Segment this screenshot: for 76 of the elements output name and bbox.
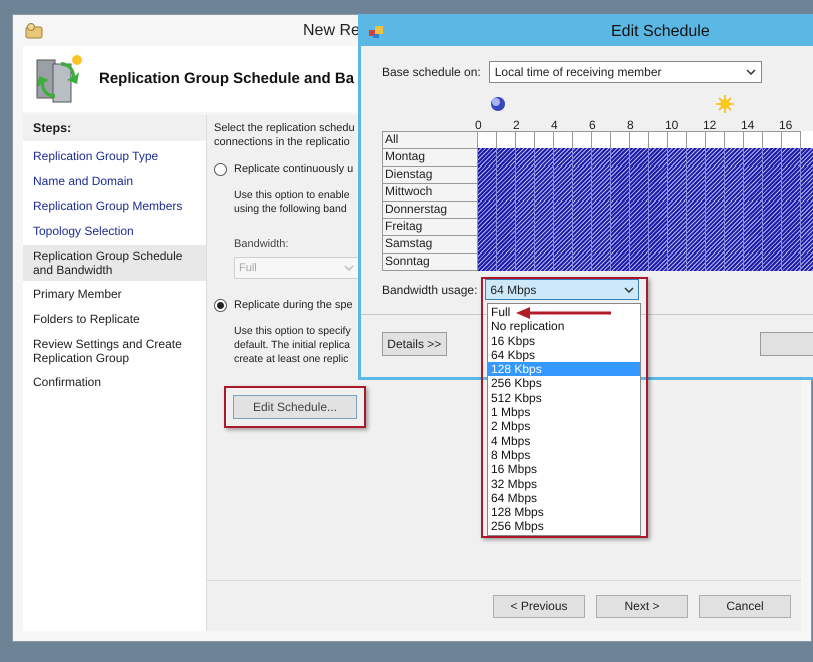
bandwidth-label: Bandwidth: bbox=[234, 236, 288, 252]
step-item[interactable]: Name and Domain bbox=[23, 170, 206, 192]
day-label[interactable]: Samstag bbox=[382, 235, 478, 254]
wizard-button[interactable]: Next > bbox=[596, 594, 688, 618]
wizard-button[interactable]: < Previous bbox=[493, 594, 585, 618]
step-item[interactable]: Folders to Replicate bbox=[23, 308, 206, 330]
chevron-down-icon bbox=[624, 286, 634, 293]
details-button[interactable]: Details >> bbox=[382, 332, 447, 356]
intro-text: connections in the replicatio bbox=[214, 135, 350, 149]
bandwidth-option[interactable]: 2 Mbps bbox=[488, 419, 640, 434]
dialog-icon bbox=[368, 24, 384, 38]
option-description: using the following band bbox=[234, 202, 347, 216]
option-description: Use this option to enable bbox=[234, 188, 350, 202]
page-heading: Replication Group Schedule and Ba bbox=[99, 68, 354, 89]
sun-icon bbox=[716, 95, 734, 113]
bandwidth-option[interactable]: 64 Mbps bbox=[488, 490, 640, 506]
window-icon bbox=[23, 22, 45, 40]
day-label[interactable]: All bbox=[382, 131, 478, 150]
schedule-bar[interactable] bbox=[478, 183, 813, 202]
hour-label: 14 bbox=[741, 118, 754, 132]
schedule-bar[interactable] bbox=[478, 200, 813, 219]
hour-label: 0 bbox=[475, 118, 482, 132]
wizard-button[interactable]: Cancel bbox=[699, 594, 791, 618]
hour-label: 4 bbox=[551, 118, 558, 132]
base-schedule-label: Base schedule on: bbox=[382, 64, 481, 81]
schedule-bar[interactable] bbox=[478, 148, 813, 167]
bandwidth-option[interactable]: 32 Mbps bbox=[488, 476, 640, 491]
radio-label: Replicate continuously u bbox=[234, 162, 354, 177]
base-schedule-dropdown[interactable]: Local time of receiving member bbox=[488, 61, 762, 83]
step-item[interactable]: Replication Group Schedule and Bandwidth bbox=[23, 245, 206, 281]
bandwidth-option[interactable]: 16 Kbps bbox=[488, 334, 640, 348]
chevron-down-icon bbox=[746, 69, 756, 75]
radio-button[interactable] bbox=[214, 162, 227, 176]
bandwidth-option[interactable]: 16 Mbps bbox=[488, 462, 640, 477]
bandwidth-option[interactable]: Full bbox=[488, 305, 640, 320]
option-description: default. The initial replica bbox=[234, 338, 350, 352]
bandwidth-option[interactable]: 64 Kbps bbox=[488, 348, 640, 362]
hour-label: 2 bbox=[513, 118, 520, 132]
bandwidth-option[interactable]: 4 Mbps bbox=[488, 434, 640, 448]
day-label[interactable]: Montag bbox=[382, 148, 478, 167]
bandwidth-usage-label: Bandwidth usage: bbox=[382, 282, 478, 299]
edit-schedule-button[interactable]: Edit Schedule... bbox=[233, 394, 357, 418]
hour-label: 12 bbox=[703, 118, 716, 132]
bandwidth-option[interactable]: 8 Mbps bbox=[488, 448, 640, 462]
day-label[interactable]: Mittwoch bbox=[382, 183, 478, 202]
radio-button[interactable] bbox=[214, 298, 227, 312]
day-label[interactable]: Sonntag bbox=[382, 252, 478, 272]
hour-label: 10 bbox=[665, 118, 678, 132]
dialog-title: Edit Schedule bbox=[611, 22, 710, 42]
bandwidth-option[interactable]: 512 Kbps bbox=[488, 390, 640, 406]
moon-icon bbox=[490, 96, 506, 112]
option-description: Use this option to specify bbox=[234, 324, 351, 338]
step-item[interactable]: Topology Selection bbox=[23, 220, 206, 242]
schedule-bar[interactable] bbox=[478, 235, 813, 254]
schedule-row[interactable] bbox=[478, 131, 813, 150]
day-label[interactable]: Donnerstag bbox=[382, 200, 478, 219]
bandwidth-option[interactable]: 256 Kbps bbox=[488, 376, 640, 391]
bandwidth-option[interactable]: 128 Mbps bbox=[488, 505, 640, 520]
hour-label: 8 bbox=[627, 118, 634, 132]
bandwidth-option[interactable]: No replication bbox=[488, 319, 640, 334]
chevron-down-icon bbox=[344, 265, 354, 271]
radio-label: Replicate during the spe bbox=[234, 298, 353, 313]
hour-label: 16 bbox=[779, 118, 792, 132]
step-item[interactable]: Replication Group Type bbox=[23, 145, 206, 167]
schedule-bar[interactable] bbox=[478, 252, 813, 272]
option-description: create at least one replic bbox=[234, 352, 348, 366]
step-item[interactable]: Review Settings and Create Replication Group bbox=[23, 333, 206, 369]
intro-text: Select the replication schedu bbox=[214, 121, 355, 135]
step-item[interactable]: Replication Group Members bbox=[23, 195, 206, 217]
bandwidth-option[interactable]: 256 Mbps bbox=[488, 519, 640, 534]
step-item[interactable]: Primary Member bbox=[23, 283, 206, 305]
step-item[interactable]: Confirmation bbox=[23, 371, 206, 393]
steps-heading: Steps: bbox=[23, 115, 206, 141]
bandwidth-option[interactable]: 1 Mbps bbox=[488, 405, 640, 420]
hour-label: 6 bbox=[589, 118, 596, 132]
bandwidth-usage-dropdown[interactable]: 64 Mbps bbox=[485, 279, 640, 300]
